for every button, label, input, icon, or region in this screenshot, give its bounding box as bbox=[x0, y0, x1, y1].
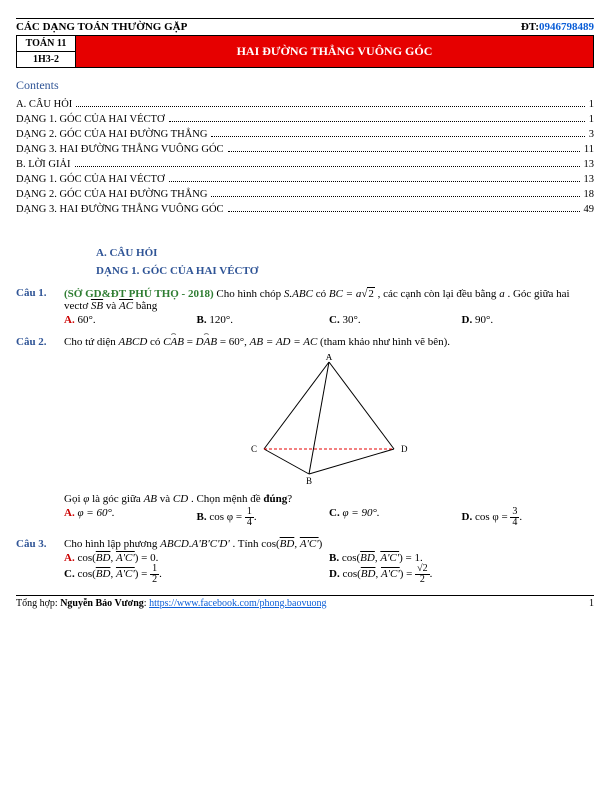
question-3: Câu 3. Cho hình lập phương ABCD.A'B'C'D'… bbox=[16, 538, 594, 585]
question-3-options: A. cos(BD, A'C') = 0. B. cos(BD, A'C') =… bbox=[64, 552, 594, 585]
svg-text:C: C bbox=[251, 444, 257, 454]
footer-link[interactable]: https://www.facebook.com/phong.baovuong bbox=[149, 598, 326, 609]
page-number: 1 bbox=[589, 598, 594, 609]
contents-heading: Contents bbox=[16, 78, 594, 93]
option-b: B. 120°. bbox=[197, 314, 330, 326]
header: CÁC DẠNG TOÁN THƯỜNG GẶP ĐT:0946798489 bbox=[16, 21, 594, 33]
option-c: C. φ = 90°. bbox=[329, 507, 462, 528]
question-1-options: A. 60°. B. 120°. C. 30°. D. 90°. bbox=[64, 314, 594, 326]
toc-row: DẠNG 2. GÓC CỦA HAI ĐƯỜNG THẲNG3 bbox=[16, 127, 594, 142]
toc-row: DẠNG 1. GÓC CỦA HAI VÉCTƠ13 bbox=[16, 172, 594, 187]
header-left: CÁC DẠNG TOÁN THƯỜNG GẶP bbox=[16, 21, 187, 33]
header-phone: ĐT:0946798489 bbox=[521, 21, 594, 33]
option-c: C. 30°. bbox=[329, 314, 462, 326]
toc-row: A. CÂU HỎI1 bbox=[16, 97, 594, 112]
toc-row: DẠNG 2. GÓC CỦA HAI ĐƯỜNG THẲNG18 bbox=[16, 187, 594, 202]
toc-row: DẠNG 3. HAI ĐƯỜNG THẲNG VUÔNG GÓC11 bbox=[16, 142, 594, 157]
question-number: Câu 1. bbox=[16, 287, 64, 326]
option-b: B. cos φ = 14. bbox=[197, 507, 330, 528]
toc-row: DẠNG 1. GÓC CỦA HAI VÉCTƠ1 bbox=[16, 112, 594, 127]
option-a: A. 60°. bbox=[64, 314, 197, 326]
option-a: A. cos(BD, A'C') = 0. bbox=[64, 552, 329, 564]
question-2-options: A. φ = 60°. B. cos φ = 14. C. φ = 90°. D… bbox=[64, 507, 594, 528]
band-subject: TOÁN 11 bbox=[17, 36, 75, 52]
option-d: D. cos(BD, A'C') = √22. bbox=[329, 564, 594, 585]
svg-text:B: B bbox=[306, 476, 312, 484]
footer: Tổng hợp: Nguyễn Bảo Vương: https://www.… bbox=[16, 595, 594, 609]
option-b: B. cos(BD, A'C') = 1. bbox=[329, 552, 594, 564]
question-1: Câu 1. (SỞ GD&ĐT PHÚ THỌ - 2018) Cho hìn… bbox=[16, 287, 594, 326]
question-source: (SỞ GD&ĐT PHÚ THỌ - 2018) bbox=[64, 288, 214, 300]
svg-text:D: D bbox=[401, 444, 408, 454]
option-a: A. φ = 60°. bbox=[64, 507, 197, 528]
band-title: HAI ĐƯỜNG THẲNG VUÔNG GÓC bbox=[76, 38, 593, 65]
option-d: D. 90°. bbox=[462, 314, 595, 326]
title-band: TOÁN 11 1H3-2 HAI ĐƯỜNG THẲNG VUÔNG GÓC bbox=[16, 35, 594, 68]
toc-row: B. LỜI GIẢI13 bbox=[16, 157, 594, 172]
option-c: C. cos(BD, A'C') = 12. bbox=[64, 564, 329, 585]
tetrahedron-figure: A C D B bbox=[64, 354, 594, 487]
question-2: Câu 2. Cho tứ diện ABCD có CAB = DAB = 6… bbox=[16, 336, 594, 528]
option-d: D. cos φ = 34. bbox=[462, 507, 595, 528]
section-a: A. CÂU HỎI bbox=[96, 247, 594, 259]
section-d1: DẠNG 1. GÓC CỦA HAI VÉCTƠ bbox=[96, 265, 594, 277]
toc: A. CÂU HỎI1DẠNG 1. GÓC CỦA HAI VÉCTƠ1DẠN… bbox=[16, 97, 594, 217]
toc-row: DẠNG 3. HAI ĐƯỜNG THẲNG VUÔNG GÓC49 bbox=[16, 202, 594, 217]
question-number: Câu 3. bbox=[16, 538, 64, 585]
svg-text:A: A bbox=[326, 354, 333, 362]
question-number: Câu 2. bbox=[16, 336, 64, 528]
band-code: 1H3-2 bbox=[17, 52, 75, 67]
